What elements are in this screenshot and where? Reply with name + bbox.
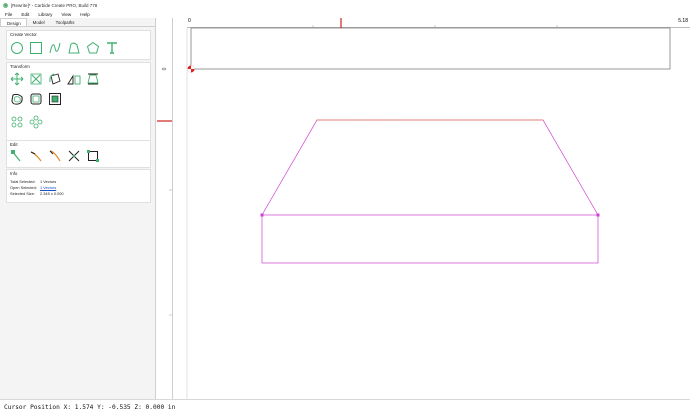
info-selected-size: Selected Size: 2.345 x 0.000 xyxy=(10,191,64,196)
circular-array-icon[interactable] xyxy=(10,115,24,129)
mirror-icon[interactable] xyxy=(67,72,81,86)
offset-icon[interactable] xyxy=(10,92,24,106)
status-bar: Cursor Position X: 1.574 Y: -0.535 Z: 0.… xyxy=(0,399,690,414)
menu-help[interactable]: Help xyxy=(80,12,89,17)
tab-design[interactable]: Design xyxy=(0,18,27,26)
cursor-position-readout: Cursor Position X: 1.574 Y: -0.535 Z: 0.… xyxy=(4,403,176,411)
left-panel: Design Model Toolpaths Create Vector Tra… xyxy=(0,18,156,399)
info-total-selected: Total Selected: 1 Vectors xyxy=(10,179,57,184)
node-edit-icon[interactable] xyxy=(10,149,24,163)
rectangle-vector[interactable] xyxy=(261,214,599,264)
panel-tabs: Design Model Toolpaths xyxy=(0,18,155,27)
curve-icon[interactable] xyxy=(48,41,62,55)
app-logo-icon: C xyxy=(3,2,8,8)
group-icon[interactable] xyxy=(48,92,62,106)
tab-toolpaths[interactable]: Toolpaths xyxy=(50,18,80,26)
canvas-drawing xyxy=(157,18,671,399)
menu-bar: File Edit Library View Help xyxy=(0,10,690,18)
open-selected-link[interactable]: 1 Vectors xyxy=(40,185,56,190)
align-icon[interactable] xyxy=(86,72,100,86)
boolean-icon[interactable] xyxy=(29,92,43,106)
stock-rectangle[interactable] xyxy=(190,27,671,70)
window-title: [Rewrite]* - Carbide Create PRO, Build 7… xyxy=(11,2,98,8)
rectangle-icon[interactable] xyxy=(29,41,43,55)
polygon-icon[interactable] xyxy=(86,41,100,55)
linear-array-icon[interactable] xyxy=(29,115,43,129)
info-title: Info xyxy=(10,171,18,176)
info-group: Info Total Selected: 1 Vectors Open Sele… xyxy=(6,169,151,203)
menu-file[interactable]: File xyxy=(5,12,12,17)
view-eye-icon[interactable] xyxy=(161,67,167,71)
create-vector-group: Create Vector xyxy=(6,30,151,60)
create-vector-title: Create Vector xyxy=(10,32,37,37)
circle-icon[interactable] xyxy=(10,41,24,55)
fillet-icon[interactable] xyxy=(48,149,62,163)
polyline-icon[interactable] xyxy=(67,41,81,55)
tab-model[interactable]: Model xyxy=(27,18,50,26)
menu-view[interactable]: View xyxy=(61,12,71,17)
trim-icon[interactable] xyxy=(29,149,43,163)
text-icon[interactable] xyxy=(105,41,119,55)
edit-group: Edit xyxy=(6,140,151,168)
scale-icon[interactable] xyxy=(29,72,43,86)
move-icon[interactable] xyxy=(10,72,24,86)
menu-library[interactable]: Library xyxy=(38,12,52,17)
menu-edit[interactable]: Edit xyxy=(21,12,29,17)
transform-title: Transform xyxy=(10,64,30,69)
info-open-selected: Open Selected: 1 Vectors xyxy=(10,185,57,190)
origin-marker-quarter xyxy=(187,69,191,73)
design-canvas[interactable]: 0 5.18 xyxy=(157,18,690,399)
vector-node[interactable] xyxy=(260,213,264,217)
trapezoid-vector[interactable] xyxy=(261,119,599,216)
edit-title: Edit xyxy=(10,142,18,147)
vector-node[interactable] xyxy=(596,213,600,217)
delete-icon[interactable] xyxy=(67,149,81,163)
title-bar: C [Rewrite]* - Carbide Create PRO, Build… xyxy=(0,0,690,10)
rotate-icon[interactable] xyxy=(48,72,62,86)
select-box-icon[interactable] xyxy=(86,149,100,163)
